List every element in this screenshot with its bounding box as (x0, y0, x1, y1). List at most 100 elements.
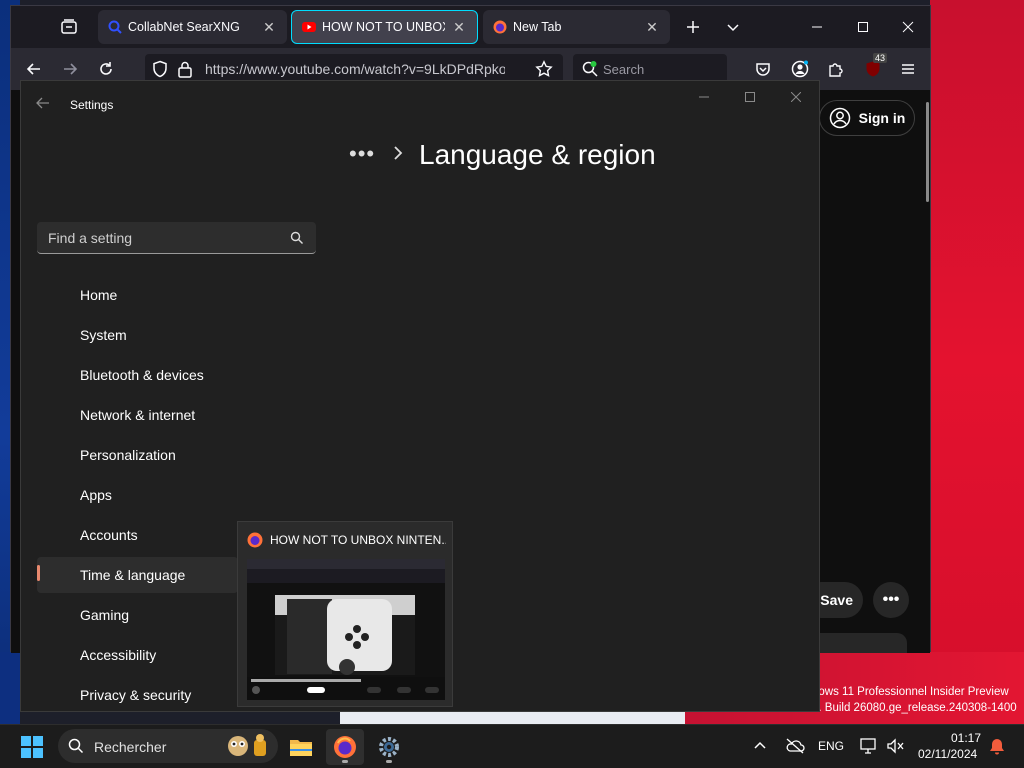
nav-time-language[interactable]: Time & language (37, 557, 238, 593)
nav-label: Privacy & security (80, 687, 192, 703)
minimize-icon (699, 96, 709, 98)
forward-button[interactable] (56, 55, 84, 83)
taskbar: Rechercher ENG 01:17 02/11/2024 (0, 724, 1024, 768)
search-engine-icon[interactable] (581, 60, 599, 78)
maximize-button[interactable] (733, 87, 767, 107)
nav-label: Time & language (80, 567, 186, 583)
nav-label: System (80, 327, 127, 343)
nav-label: Home (80, 287, 118, 303)
url-text[interactable]: https://www.youtube.com/watch?v=9LkDPdRp… (205, 61, 505, 77)
chevron-up-icon[interactable] (753, 739, 767, 753)
close-tab-icon[interactable]: ✕ (451, 19, 467, 35)
firefox-view-button[interactable] (55, 13, 83, 41)
account-button[interactable] (786, 55, 814, 83)
extensions-button[interactable] (822, 55, 850, 83)
preview-thumbnail-image (247, 559, 445, 700)
chevron-down-icon (727, 24, 739, 32)
taskbar-thumbnail-preview[interactable]: HOW NOT TO UNBOX NINTEN... (237, 521, 453, 707)
nav-system[interactable]: System (37, 317, 238, 353)
onedrive-offline-icon[interactable] (785, 737, 805, 755)
reload-icon (100, 62, 112, 75)
minimize-button[interactable] (687, 87, 721, 107)
firefox-view-icon (61, 19, 77, 34)
close-icon (902, 21, 914, 33)
close-window-button[interactable] (894, 13, 922, 41)
nav-label: Bluetooth & devices (80, 367, 204, 383)
nav-accessibility[interactable]: Accessibility (37, 637, 238, 673)
nav-label: Gaming (80, 607, 130, 623)
youtube-favicon (302, 20, 316, 34)
tab-new-tab[interactable]: New Tab ✕ (483, 10, 670, 44)
clock-time[interactable]: 01:17 (950, 731, 982, 745)
nav-privacy-security[interactable]: Privacy & security (37, 677, 238, 713)
plus-icon (687, 21, 699, 33)
breadcrumb-overflow-button[interactable]: ••• (349, 141, 375, 167)
close-window-button[interactable] (779, 87, 813, 107)
search-highlight-icon (224, 732, 274, 760)
clock-date[interactable]: 02/11/2024 (918, 747, 977, 761)
close-tab-icon[interactable]: ✕ (644, 19, 660, 35)
scrollbar-thumb[interactable] (926, 102, 929, 202)
file-explorer-button[interactable] (282, 729, 320, 765)
search-placeholder: Search (603, 62, 645, 77)
start-button[interactable] (13, 729, 51, 765)
app-menu-button[interactable] (894, 55, 922, 83)
nav-network-internet[interactable]: Network & internet (37, 397, 238, 433)
more-actions-button[interactable]: ••• (873, 582, 909, 618)
chevron-right-icon (393, 146, 403, 160)
puzzle-icon (829, 63, 843, 77)
nav-label: Apps (80, 487, 112, 503)
watermark-line-1: dows 11 Professionnel Insider Preview (812, 686, 1009, 698)
arrow-left-icon (26, 63, 40, 75)
tab-strip: CollabNet SearXNG ✕ HOW NOT TO UNBOX NI … (11, 6, 930, 48)
maximize-button[interactable] (849, 13, 877, 41)
new-tab-button[interactable] (679, 13, 707, 41)
searxng-favicon (108, 20, 122, 34)
list-all-tabs-button[interactable] (719, 13, 747, 41)
sign-in-button[interactable]: Sign in (819, 100, 915, 136)
gear-icon (379, 737, 399, 757)
minimize-icon (812, 26, 822, 28)
preview-title: HOW NOT TO UNBOX NINTEN... (270, 533, 446, 547)
nav-home[interactable]: Home (37, 277, 238, 313)
hamburger-icon (902, 64, 914, 74)
monitor-icon[interactable] (860, 737, 878, 755)
notification-bell-icon[interactable] (988, 737, 1006, 755)
shield-icon[interactable] (151, 60, 169, 78)
firefox-icon (334, 736, 356, 758)
close-icon (791, 92, 801, 102)
back-button[interactable] (20, 55, 48, 83)
taskbar-search-box[interactable]: Rechercher (58, 729, 278, 763)
nav-personalization[interactable]: Personalization (37, 437, 238, 473)
minimize-button[interactable] (803, 13, 831, 41)
addon-badge: 43 (873, 53, 888, 63)
tab-label: HOW NOT TO UNBOX NI (322, 20, 445, 34)
pocket-button[interactable] (749, 55, 777, 83)
lock-icon[interactable] (177, 60, 193, 78)
tab-youtube[interactable]: HOW NOT TO UNBOX NI ✕ (291, 10, 478, 44)
tab-label: CollabNet SearXNG (128, 20, 240, 34)
input-language-indicator[interactable]: ENG (818, 739, 844, 753)
settings-taskbar-button[interactable] (370, 729, 408, 765)
bookmark-star-icon[interactable] (535, 60, 553, 78)
volume-muted-icon[interactable] (886, 737, 906, 755)
nav-bluetooth-devices[interactable]: Bluetooth & devices (37, 357, 238, 393)
nav-apps[interactable]: Apps (37, 477, 238, 513)
maximize-icon (858, 22, 868, 32)
nav-accounts[interactable]: Accounts (37, 517, 238, 553)
close-tab-icon[interactable]: ✕ (261, 19, 277, 35)
firefox-taskbar-button[interactable] (326, 729, 364, 765)
reload-button[interactable] (92, 55, 120, 83)
search-icon[interactable] (290, 231, 304, 245)
wallpaper-red-band (930, 0, 1024, 724)
find-setting-input[interactable]: Find a setting (37, 222, 316, 254)
nav-gaming[interactable]: Gaming (37, 597, 238, 633)
windows-logo-icon (21, 736, 43, 758)
tab-label: New Tab (513, 20, 562, 34)
tab-searxng[interactable]: CollabNet SearXNG ✕ (98, 10, 287, 44)
nav-selection-indicator (37, 565, 40, 581)
back-button[interactable] (35, 95, 55, 115)
ublock-button[interactable]: 43 (859, 53, 888, 83)
windows-watermark: dows 11 Professionnel Insider Preview n.… (812, 684, 1022, 716)
account-icon (791, 60, 809, 78)
